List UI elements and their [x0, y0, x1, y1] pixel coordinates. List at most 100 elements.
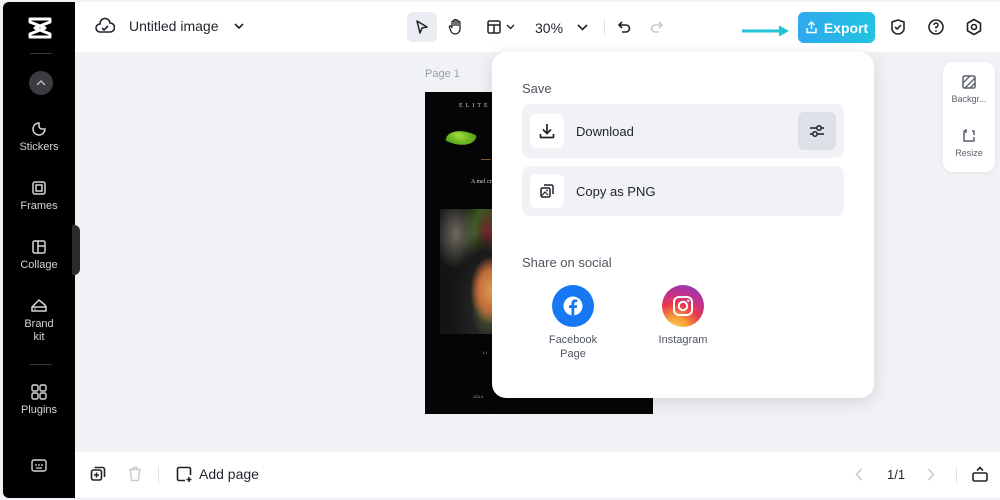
design-small-text: L I [483, 350, 488, 355]
sidebar: Stickers Frames Collage Brand kit Plugin… [3, 2, 75, 498]
sidebar-collapse-handle[interactable] [72, 225, 80, 275]
duplicate-page-button[interactable] [89, 465, 107, 483]
sidebar-item-label: Stickers [19, 141, 59, 153]
collage-icon [32, 240, 46, 254]
download-option[interactable]: Download [522, 104, 844, 158]
top-toolbar: Untitled image 30% Export [75, 2, 1000, 52]
chevron-left-icon [855, 468, 863, 481]
sidebar-item-label: Frames [20, 200, 58, 212]
page-indicator: 1/1 [887, 467, 906, 482]
add-page-label: Add page [199, 466, 259, 482]
download-settings-button[interactable] [798, 112, 836, 150]
export-button[interactable]: Export [798, 12, 875, 43]
settings-icon [966, 18, 982, 36]
add-page-button[interactable]: Add page [175, 465, 259, 483]
facebook-label: Facebook [548, 334, 598, 346]
sticker-icon [32, 122, 46, 136]
capcut-logo-icon[interactable] [27, 16, 53, 40]
annotation-arrow-icon [742, 25, 789, 37]
hand-pan-icon [448, 18, 461, 35]
share-facebook-button[interactable]: Facebook Page [528, 285, 618, 361]
plugins-icon [31, 384, 47, 400]
leaf-graphic [445, 125, 477, 151]
add-page-icon [176, 466, 192, 482]
instagram-icon [673, 296, 693, 316]
upload-icon [806, 21, 817, 34]
sidebar-item-stickers[interactable]: Stickers [3, 120, 75, 154]
sidebar-item-label: Collage [20, 259, 58, 271]
share-section-label: Share on social [522, 255, 612, 270]
resize-button[interactable]: Resize [943, 128, 995, 158]
expand-pages-button[interactable] [971, 465, 989, 483]
help-button[interactable] [921, 12, 951, 42]
toolbar-divider [604, 18, 605, 36]
save-section-label: Save [522, 81, 552, 96]
document-title[interactable]: Untitled image [129, 18, 219, 34]
undo-button[interactable] [609, 12, 639, 42]
sidebar-item-brand-kit[interactable]: Brand kit [3, 297, 75, 344]
sidebar-scroll-up-button[interactable] [29, 71, 53, 95]
export-dropdown: Save Download Copy as PNG Share on socia… [492, 52, 874, 398]
download-label: Download [576, 123, 634, 139]
background-icon [962, 75, 976, 89]
app-window: Stickers Frames Collage Brand kit Plugin… [0, 0, 1000, 500]
background-label: Backgr... [951, 94, 987, 104]
layout-dropdown-button[interactable] [480, 12, 520, 42]
sidebar-item-frames[interactable]: Frames [3, 179, 75, 213]
chevron-down-icon[interactable] [233, 22, 245, 30]
bottom-toolbar: Add page 1/1 [75, 452, 1000, 498]
security-button[interactable] [883, 12, 913, 42]
page-label: Page 1 [425, 68, 460, 80]
undo-icon [618, 21, 631, 33]
sidebar-item-label: Brand [24, 318, 54, 330]
cloud-saved-icon[interactable] [95, 17, 115, 35]
sidebar-item-plugins[interactable]: Plugins [3, 383, 75, 417]
select-pointer-icon [416, 20, 428, 34]
next-page-button[interactable] [927, 468, 935, 481]
instagram-label: Instagram [658, 334, 708, 346]
sidebar-item-collage[interactable]: Collage [3, 238, 75, 272]
keyboard-shortcuts-button[interactable] [3, 458, 75, 477]
facebook-label: Page [560, 348, 586, 360]
expand-pages-icon [972, 466, 988, 482]
select-tool-button[interactable] [407, 12, 437, 42]
resize-icon [963, 129, 975, 142]
help-icon [928, 19, 944, 35]
copy-image-icon [540, 184, 554, 198]
copy-as-png-option[interactable]: Copy as PNG [522, 166, 844, 216]
keyboard-shortcuts-icon [31, 459, 47, 472]
sidebar-divider [30, 364, 52, 365]
decorative-line [481, 159, 491, 160]
hand-tool-button[interactable] [441, 12, 471, 42]
sliders-icon [810, 125, 824, 137]
design-small-text: 123-4 [473, 394, 484, 399]
right-tool-panel: Backgr... Resize [943, 62, 995, 172]
sidebar-item-label: kit [33, 331, 45, 343]
settings-button[interactable] [959, 12, 989, 42]
chevron-right-icon [927, 468, 935, 481]
delete-page-button[interactable] [127, 465, 143, 483]
previous-page-button[interactable] [855, 468, 863, 481]
brand-kit-icon [31, 299, 47, 312]
resize-label: Resize [955, 148, 983, 158]
facebook-icon [563, 296, 583, 316]
frame-icon [32, 181, 46, 195]
background-button[interactable]: Backgr... [943, 74, 995, 104]
share-instagram-button[interactable]: Instagram [638, 285, 728, 347]
zoom-level[interactable]: 30% [535, 20, 563, 36]
toolbar-divider [956, 466, 957, 484]
duplicate-page-icon [90, 466, 106, 481]
layout-icon [486, 20, 501, 34]
redo-button[interactable] [642, 12, 672, 42]
trash-icon [129, 466, 141, 482]
export-label: Export [823, 19, 869, 36]
copy-as-png-label: Copy as PNG [576, 183, 656, 199]
redo-icon [650, 21, 663, 33]
toolbar-divider [158, 466, 159, 484]
chevron-up-icon [36, 80, 46, 86]
shield-check-icon [891, 19, 905, 35]
chevron-down-icon [506, 24, 514, 30]
download-icon [539, 124, 555, 139]
sidebar-divider [30, 53, 52, 54]
zoom-dropdown-button[interactable] [571, 12, 593, 42]
